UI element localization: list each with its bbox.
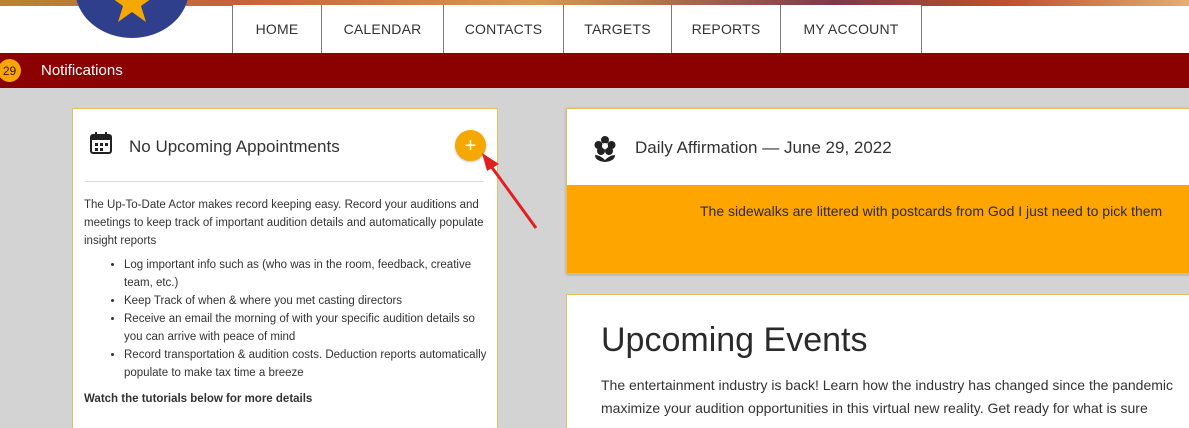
- events-description: The entertainment industry is back! Lear…: [601, 374, 1189, 420]
- affirmation-title: Daily Affirmation — June 29, 2022: [635, 138, 892, 157]
- appointments-description: The Up-To-Date Actor makes record keepin…: [84, 196, 488, 408]
- appointments-intro: The Up-To-Date Actor makes record keepin…: [84, 199, 484, 247]
- affirmation-quote: The sidewalks are littered with postcard…: [700, 203, 1163, 219]
- calendar-icon: [90, 132, 112, 154]
- events-line: The entertainment industry is back! Lear…: [601, 377, 1173, 393]
- nav-my-account[interactable]: MY ACCOUNT: [781, 5, 922, 53]
- nav-calendar[interactable]: CALENDAR: [322, 5, 444, 53]
- notifications-label[interactable]: Notifications: [41, 62, 123, 79]
- site-logo[interactable]: [75, 0, 189, 38]
- feature-item: Record transportation & audition costs. …: [124, 346, 488, 382]
- nav-home[interactable]: HOME: [233, 5, 322, 53]
- flower-icon: [594, 136, 616, 162]
- star-icon: [114, 0, 150, 22]
- nav-reports[interactable]: REPORTS: [672, 5, 781, 53]
- nav-contacts[interactable]: CONTACTS: [444, 5, 564, 53]
- affirmation-body: The sidewalks are littered with postcard…: [567, 185, 1189, 273]
- feature-list: Log important info such as (who was in t…: [124, 256, 488, 382]
- affirmation-card: Daily Affirmation — June 29, 2022 The si…: [566, 108, 1189, 274]
- events-line: maximize your audition opportunities in …: [601, 400, 1148, 416]
- feature-item: Receive an email the morning of with you…: [124, 310, 488, 346]
- appointments-title: No Upcoming Appointments: [129, 137, 340, 156]
- notification-count-badge[interactable]: 29: [0, 59, 21, 82]
- feature-item: Log important info such as (who was in t…: [124, 256, 488, 292]
- main-nav: HOME CALENDAR CONTACTS TARGETS REPORTS M…: [232, 5, 922, 53]
- feature-item: Keep Track of when & where you met casti…: [124, 292, 488, 310]
- nav-targets[interactable]: TARGETS: [564, 5, 672, 53]
- divider: [85, 181, 484, 182]
- appointments-header: No Upcoming Appointments +: [73, 109, 497, 183]
- affirmation-header: Daily Affirmation — June 29, 2022: [567, 109, 1189, 185]
- notification-bar[interactable]: 29 Notifications: [0, 53, 1189, 88]
- upcoming-events-card: Upcoming Events The entertainment indust…: [566, 294, 1189, 428]
- tutorials-note: Watch the tutorials below for more detai…: [84, 393, 313, 405]
- add-appointment-button[interactable]: +: [455, 130, 486, 161]
- appointments-card: No Upcoming Appointments + The Up-To-Dat…: [72, 108, 498, 428]
- events-title: Upcoming Events: [601, 321, 868, 359]
- site-header: HOME CALENDAR CONTACTS TARGETS REPORTS M…: [0, 0, 1189, 53]
